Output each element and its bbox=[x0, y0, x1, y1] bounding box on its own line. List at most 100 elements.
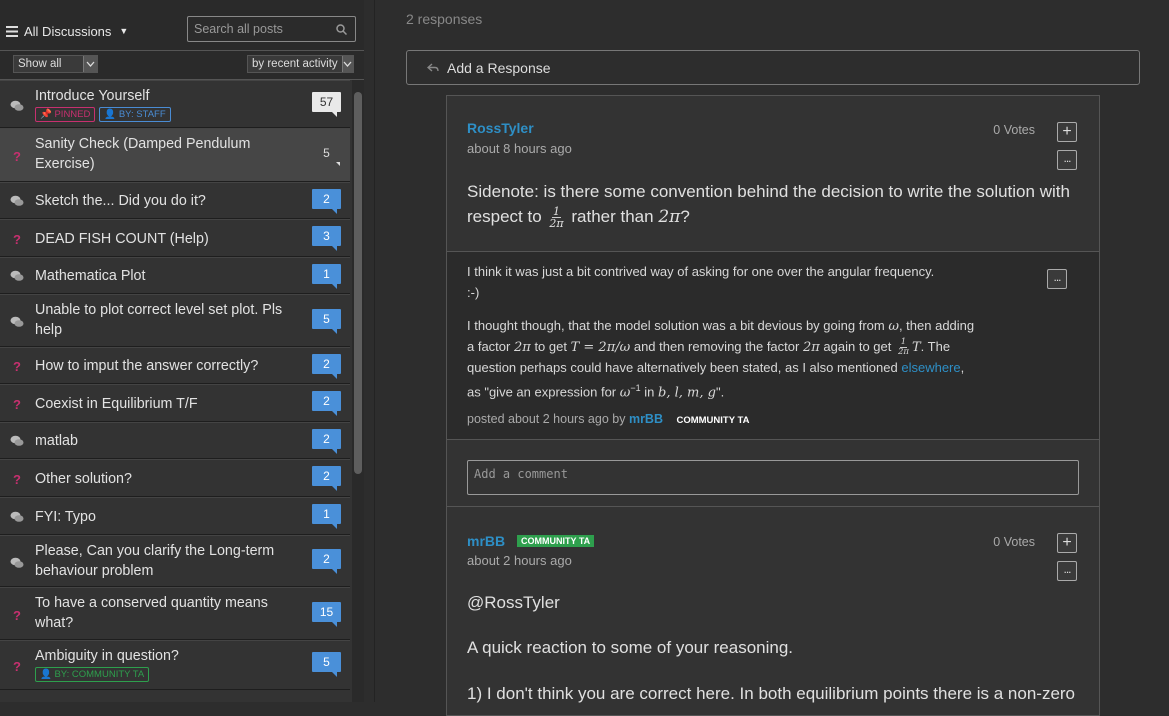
more-actions-button[interactable]: ... bbox=[1057, 150, 1077, 170]
thread-item[interactable]: Unable to plot correct level set plot. P… bbox=[0, 294, 350, 347]
response-paragraph: 1) I don't think you are correct here. I… bbox=[467, 684, 1076, 703]
pinned-badge: 📌 PINNED bbox=[35, 107, 96, 122]
response-time: about 2 hours ago bbox=[467, 553, 572, 568]
thread-title: Please, Can you clarify the Long-term be… bbox=[35, 543, 275, 579]
chevron-down-icon bbox=[341, 56, 353, 72]
thread-title: Mathematica Plot bbox=[35, 268, 146, 284]
thread-item[interactable]: ? Coexist in Equilibrium T/F 2 bbox=[0, 384, 350, 422]
thread-title: Introduce Yourself bbox=[35, 88, 150, 104]
thread-title: Sanity Check (Damped Pendulum Exercise) bbox=[35, 136, 251, 172]
thread-title-wrap: Ambiguity in question? 👤 BY: COMMUNITY T… bbox=[35, 646, 300, 682]
reply-icon bbox=[427, 62, 439, 72]
thread-title: FYI: Typo bbox=[35, 509, 96, 525]
discussion-icon bbox=[10, 270, 24, 282]
search-box bbox=[187, 16, 356, 42]
thread-item[interactable]: ? How to imput the answer correctly? 2 bbox=[0, 347, 350, 384]
thread-title: How to imput the answer correctly? bbox=[35, 358, 259, 374]
thread-main: 2 responses Add a Response RossTyler abo… bbox=[376, 0, 1169, 716]
elsewhere-link[interactable]: elsewhere bbox=[901, 360, 960, 375]
comment-card: ... I think it was just a bit contrived … bbox=[446, 251, 1100, 440]
response-count: 57 bbox=[312, 92, 341, 117]
chevron-down-icon bbox=[83, 56, 97, 72]
thread-title-wrap: Introduce Yourself 📌 PINNED 👤 BY: STAFF bbox=[35, 86, 300, 122]
thread-item[interactable]: ? DEAD FISH COUNT (Help) 3 bbox=[0, 219, 350, 257]
show-filter-select[interactable]: Show all bbox=[13, 55, 98, 73]
response-count: 1 bbox=[312, 264, 341, 289]
thread-item[interactable]: ? To have a conserved quantity means wha… bbox=[0, 587, 350, 640]
vote-count: 0 Votes bbox=[993, 535, 1035, 549]
discussion-icon bbox=[10, 195, 24, 207]
comment-author[interactable]: mrBB bbox=[629, 412, 663, 426]
response-card: mrBB COMMUNITY TA about 2 hours ago 0 Vo… bbox=[446, 506, 1100, 716]
response-card: RossTyler about 8 hours ago 0 Votes + ..… bbox=[446, 95, 1100, 252]
thread-title: Coexist in Equilibrium T/F bbox=[35, 396, 198, 412]
scrollbar-thumb[interactable] bbox=[354, 92, 362, 474]
response-count: 2 bbox=[312, 466, 341, 491]
thread-title: DEAD FISH COUNT (Help) bbox=[35, 231, 209, 247]
question-icon: ? bbox=[13, 148, 21, 164]
caret-down-icon: ▼ bbox=[119, 26, 129, 36]
response-paragraph: @RossTyler bbox=[467, 593, 560, 612]
thread-item[interactable]: Please, Can you clarify the Long-term be… bbox=[0, 535, 350, 587]
response-author[interactable]: RossTyler bbox=[467, 120, 534, 136]
response-count: 15 bbox=[312, 602, 341, 627]
question-icon: ? bbox=[13, 231, 21, 247]
thread-item[interactable]: FYI: Typo 1 bbox=[0, 497, 350, 535]
question-icon: ? bbox=[13, 396, 21, 412]
response-count: 1 bbox=[312, 504, 341, 529]
filter-bar: Show all by recent activity bbox=[0, 51, 364, 80]
response-count: 2 bbox=[312, 189, 341, 214]
menu-label: All Discussions bbox=[24, 23, 112, 39]
add-response-button[interactable]: Add a Response bbox=[406, 50, 1140, 85]
discussion-icon bbox=[10, 557, 24, 569]
thread-item[interactable]: Mathematica Plot 1 bbox=[0, 257, 350, 294]
question-icon: ? bbox=[13, 658, 21, 674]
thread-title: Sketch the... Did you do it? bbox=[35, 193, 206, 209]
search-input[interactable] bbox=[188, 17, 340, 41]
discussion-icon bbox=[10, 316, 24, 328]
add-comment-area bbox=[446, 439, 1100, 507]
community-ta-badge: COMMUNITY TA bbox=[517, 535, 595, 547]
all-discussions-menu[interactable]: All Discussions ▼ bbox=[6, 20, 128, 42]
thread-list-scrollbar[interactable] bbox=[352, 80, 364, 702]
thread-item[interactable]: ? Ambiguity in question? 👤 BY: COMMUNITY… bbox=[0, 640, 350, 690]
thread-title: Unable to plot correct level set plot. P… bbox=[35, 302, 283, 338]
thread-item[interactable]: ? Other solution? 2 bbox=[0, 459, 350, 497]
comment-paragraph: I thought though, that the model solutio… bbox=[467, 318, 975, 401]
response-author[interactable]: mrBB bbox=[467, 533, 505, 549]
response-count: 2 bbox=[312, 429, 341, 454]
comment-line1: I think it was just a bit contrived way … bbox=[467, 264, 935, 279]
response-count: 2 bbox=[312, 391, 341, 416]
comment-line2: :-) bbox=[467, 285, 480, 300]
response-body: Sidenote: is there some convention behin… bbox=[467, 182, 1070, 231]
discussion-icon bbox=[10, 100, 24, 112]
staff-badge: 👤 BY: STAFF bbox=[99, 107, 171, 122]
vote-count: 0 Votes bbox=[993, 123, 1035, 137]
response-count: 2 bbox=[312, 354, 341, 379]
comment-more-actions-button[interactable]: ... bbox=[1047, 269, 1067, 289]
sort-filter-select[interactable]: by recent activity bbox=[247, 55, 354, 73]
sidebar-divider bbox=[374, 0, 375, 702]
thread-item[interactable]: Sketch the... Did you do it? 2 bbox=[0, 182, 350, 219]
math-fraction: 1 2π bbox=[549, 205, 564, 231]
response-count: 3 bbox=[312, 226, 341, 251]
hamburger-icon bbox=[6, 25, 18, 37]
thread-item[interactable]: ? Sanity Check (Damped Pendulum Exercise… bbox=[0, 128, 350, 182]
thread-list: Introduce Yourself 📌 PINNED 👤 BY: STAFF … bbox=[0, 80, 352, 690]
community-ta-badge: 👤 BY: COMMUNITY TA bbox=[35, 667, 150, 682]
response-paragraph: A quick reaction to some of your reasoni… bbox=[467, 638, 794, 657]
vote-plus-button[interactable]: + bbox=[1057, 533, 1077, 553]
response-count: 2 bbox=[312, 549, 341, 574]
response-time: about 8 hours ago bbox=[467, 141, 572, 156]
add-comment-input[interactable] bbox=[467, 460, 1079, 495]
vote-plus-button[interactable]: + bbox=[1057, 122, 1077, 142]
thread-item[interactable]: Introduce Yourself 📌 PINNED 👤 BY: STAFF … bbox=[0, 80, 350, 128]
thread-title: matlab bbox=[35, 433, 78, 449]
responses-count: 2 responses bbox=[406, 11, 483, 27]
thread-item[interactable]: matlab 2 bbox=[0, 422, 350, 459]
search-icon[interactable] bbox=[336, 24, 347, 35]
show-filter-value: Show all bbox=[18, 58, 62, 70]
question-icon: ? bbox=[13, 471, 21, 487]
response-count: 5 bbox=[312, 309, 341, 334]
more-actions-button[interactable]: ... bbox=[1057, 561, 1077, 581]
